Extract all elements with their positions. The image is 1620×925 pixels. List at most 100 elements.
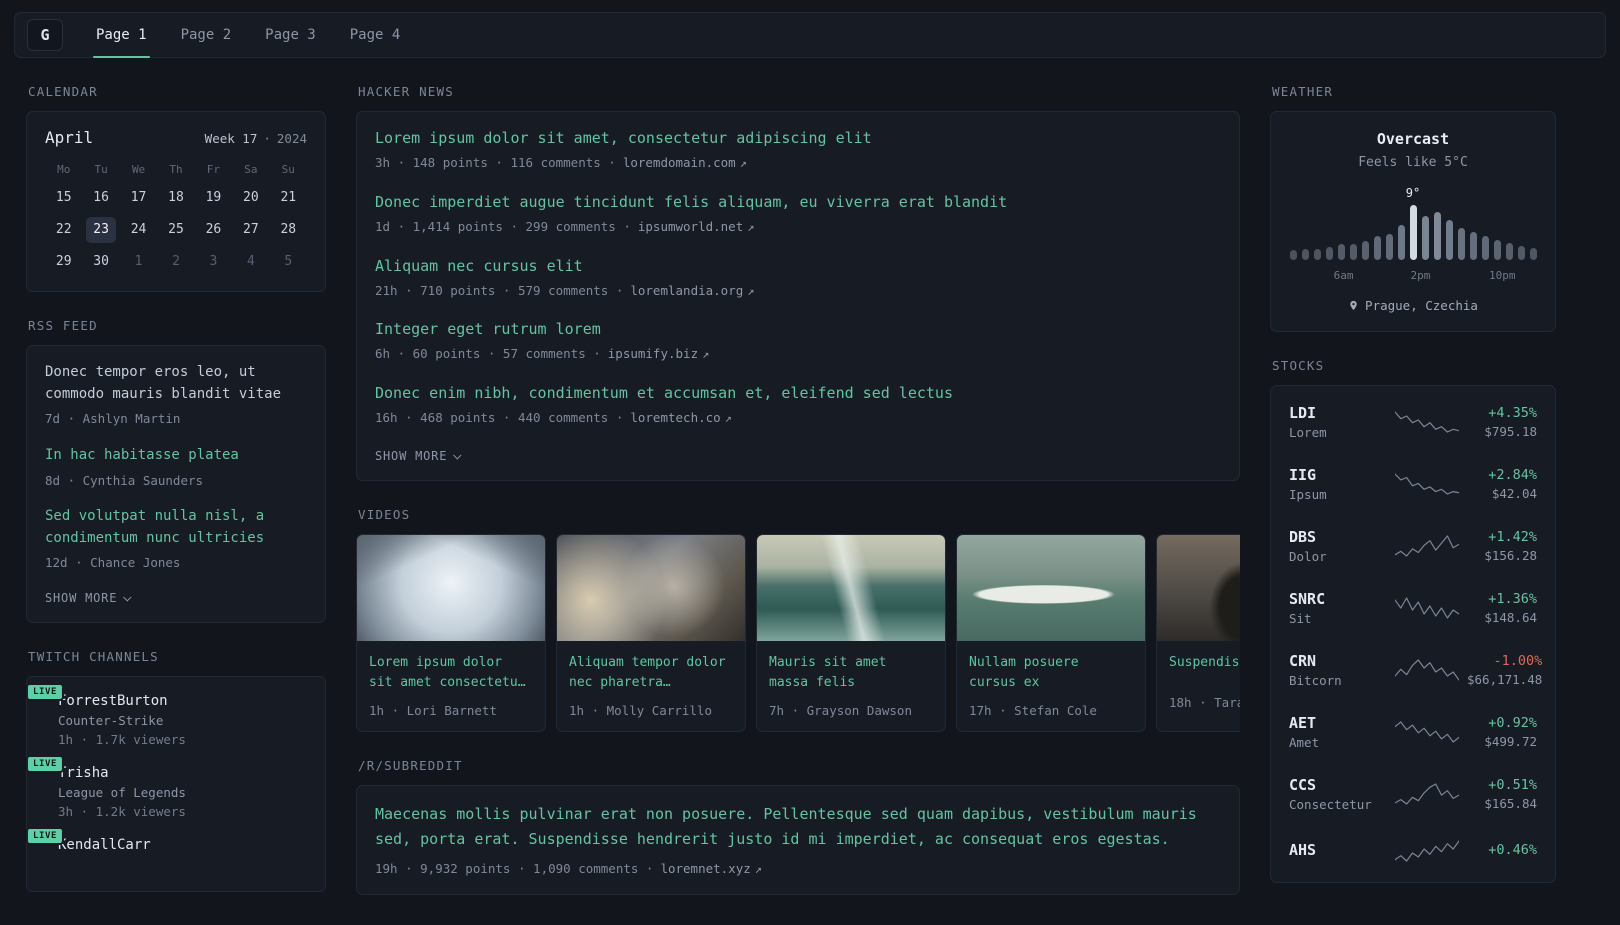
stock-row: CCS Consectetur +0.51% $165.84	[1289, 763, 1537, 825]
twitch-channel-name: Trisha	[58, 764, 109, 781]
weather-time-label: 10pm	[1489, 269, 1516, 282]
hn-show-more-button[interactable]: SHOW MORE	[375, 448, 462, 463]
rss-item-title[interactable]: Sed volutpat nulla nisl, a condimentum n…	[45, 506, 307, 549]
tab-page-1[interactable]: Page 1	[79, 13, 164, 58]
stock-symbol: IIG	[1289, 466, 1317, 484]
video-meta: 18h · Tara	[1169, 694, 1240, 710]
video-meta: 1h · Molly Carrillo	[569, 703, 712, 719]
weather-hour-bar	[1289, 250, 1297, 260]
external-link-icon: ↗	[739, 156, 747, 170]
hn-item-domain-link[interactable]: ipsumify.biz ↗	[608, 346, 710, 361]
stock-row: AET Amet +0.92% $499.72	[1289, 701, 1537, 763]
calendar-day-today: 23	[86, 217, 117, 243]
external-link-icon: ↗	[724, 411, 732, 426]
hn-item-meta: 6h · 60 points · 57 comments · ipsumify.b…	[375, 345, 1221, 363]
video-card[interactable]: Lorem ipsum dolor sit amet consectetu… 1…	[356, 533, 546, 733]
calendar-day-next-month: 4	[246, 254, 255, 269]
hn-item-title[interactable]: Integer eget rutrum lorem	[375, 319, 601, 340]
hn-item-title[interactable]: Aliquam nec cursus elit	[375, 256, 583, 277]
rss-item-title[interactable]: In hac habitasse platea	[45, 445, 307, 467]
calendar-day-next-month: 5	[284, 254, 293, 269]
stock-row: LDI Lorem +4.35% $795.18	[1289, 391, 1537, 453]
hn-item-stats: 16h · 468 points · 440 comments ·	[375, 410, 624, 426]
video-title: Aliquam tempor dolor nec pharetra…	[569, 654, 726, 691]
hn-item: Lorem ipsum dolor sit amet, consectetur …	[375, 128, 1221, 172]
stocks-widget: LDI Lorem +4.35% $795.18 IIG Ipsum +2.84% $4…	[1270, 385, 1556, 883]
calendar-day: 29	[55, 254, 72, 269]
stock-name: Amet	[1289, 735, 1320, 750]
hn-item-stats: 1d · 1,414 points · 299 comments ·	[375, 218, 631, 234]
tab-page-3[interactable]: Page 3	[248, 13, 333, 57]
calendar-day: 28	[280, 222, 297, 237]
rss-item: Donec tempor eros leo, ut commodo mauris…	[45, 362, 307, 428]
video-title: Mauris sit amet massa felis	[769, 654, 887, 691]
subreddit-post-domain: loremnet.xyz	[660, 860, 751, 876]
hn-item-domain: ipsumify.biz	[607, 346, 699, 362]
calendar-separator: ·	[263, 131, 271, 146]
rss-item-title[interactable]: Donec tempor eros leo, ut commodo mauris…	[45, 362, 307, 405]
calendar-week-label: Week 17	[204, 131, 258, 146]
weather-hour-bar	[1373, 236, 1381, 260]
stock-row: SNRC Sit +1.36% $148.64	[1289, 577, 1537, 639]
calendar-day: 16	[93, 190, 109, 205]
hn-item-domain-link[interactable]: loremlandia.org ↗	[630, 283, 754, 298]
weather-hour-bar	[1505, 243, 1513, 260]
video-card[interactable]: Suspendisse diam 18h · Tara	[1156, 533, 1240, 733]
tab-page-2[interactable]: Page 2	[164, 13, 249, 57]
calendar-weekday: Fr	[206, 163, 221, 176]
show-more-label: SHOW MORE	[375, 448, 448, 463]
rss-section-title: RSS FEED	[28, 318, 98, 333]
calendar-day: 26	[205, 222, 222, 237]
hn-item-meta: 16h · 468 points · 440 comments · loremte…	[375, 409, 1221, 427]
twitch-channel-name: ForrestBurton	[58, 692, 168, 709]
video-thumbnail	[1157, 534, 1240, 641]
subreddit-post-title[interactable]: Maecenas mollis pulvinar erat non posuer…	[375, 802, 1221, 852]
hn-item-domain: loremdomain.com	[622, 155, 736, 170]
live-badge: LIVE	[25, 826, 65, 845]
twitch-channel[interactable]: LIVE KendallCarr	[25, 826, 307, 857]
hn-item-domain: ipsumworld.net	[637, 218, 744, 234]
video-title: Suspendisse diam	[1169, 654, 1240, 670]
stock-change: -1.00%	[1493, 653, 1543, 669]
video-card[interactable]: Aliquam tempor dolor nec pharetra… 1h · …	[556, 533, 746, 733]
hn-item-domain-link[interactable]: loremtech.co ↗	[630, 410, 732, 425]
twitch-section-title: TWITCH CHANNELS	[28, 648, 159, 664]
twitch-channel-name: KendallCarr	[58, 836, 151, 853]
hn-item: Integer eget rutrum lorem 6h · 60 points…	[375, 319, 1221, 363]
external-link-icon: ↗	[754, 861, 762, 876]
hn-item-title[interactable]: Lorem ipsum dolor sit amet, consectetur …	[375, 128, 872, 149]
stock-sparkline	[1395, 473, 1459, 495]
rss-show-more-button[interactable]: SHOW MORE	[45, 591, 132, 605]
weather-hour-bar	[1361, 241, 1369, 260]
hn-item-domain-link[interactable]: loremdomain.com ↗	[623, 155, 747, 170]
hackernews-widget: Lorem ipsum dolor sit amet, consectetur …	[356, 111, 1240, 481]
hn-item-title[interactable]: Donec imperdiet augue tincidunt felis al…	[375, 192, 1007, 213]
subreddit-post-domain-link[interactable]: loremnet.xyz ↗	[660, 861, 762, 876]
calendar-day: 19	[205, 190, 222, 205]
stock-change: +0.92%	[1488, 715, 1537, 731]
stock-price: $156.28	[1484, 548, 1537, 563]
current-temp-label: 9°	[1405, 186, 1421, 200]
calendar-weekday: Tu	[94, 163, 108, 176]
calendar-day: 15	[55, 190, 72, 205]
twitch-channel[interactable]: LIVE ForrestBurton Counter-Strike 1h · 1…	[25, 682, 307, 747]
stock-change: +1.36%	[1488, 591, 1537, 607]
hn-item-domain-link[interactable]: ipsumworld.net ↗	[638, 219, 755, 234]
subreddit-post-meta: 19h · 9,932 points · 1,090 comments · lor…	[375, 860, 1221, 878]
stock-symbol: CCS	[1289, 776, 1317, 794]
video-card[interactable]: Mauris sit amet massa felis 7h · Grayson…	[756, 533, 946, 733]
hn-item-stats: 3h · 148 points · 116 comments ·	[375, 155, 616, 170]
stock-sparkline	[1395, 411, 1459, 433]
app-logo[interactable]: G	[27, 19, 63, 51]
weather-condition: Overcast	[1376, 130, 1450, 148]
video-card[interactable]: Nullam posuere cursus ex 17h · Stefan Co…	[956, 533, 1146, 733]
hn-item-title[interactable]: Donec enim nibh, condimentum et accumsan…	[375, 383, 953, 404]
weather-hour-bar	[1433, 212, 1441, 260]
stock-symbol: DBS	[1289, 528, 1317, 546]
twitch-channel[interactable]: LIVE Trisha League of Legends 3h · 1.2k …	[25, 754, 307, 819]
stock-price: $165.84	[1484, 796, 1537, 811]
calendar-weekday: Su	[281, 163, 295, 176]
tab-page-4[interactable]: Page 4	[333, 13, 418, 57]
live-badge: LIVE	[25, 682, 65, 701]
videos-section-title: VIDEOS	[358, 506, 411, 522]
